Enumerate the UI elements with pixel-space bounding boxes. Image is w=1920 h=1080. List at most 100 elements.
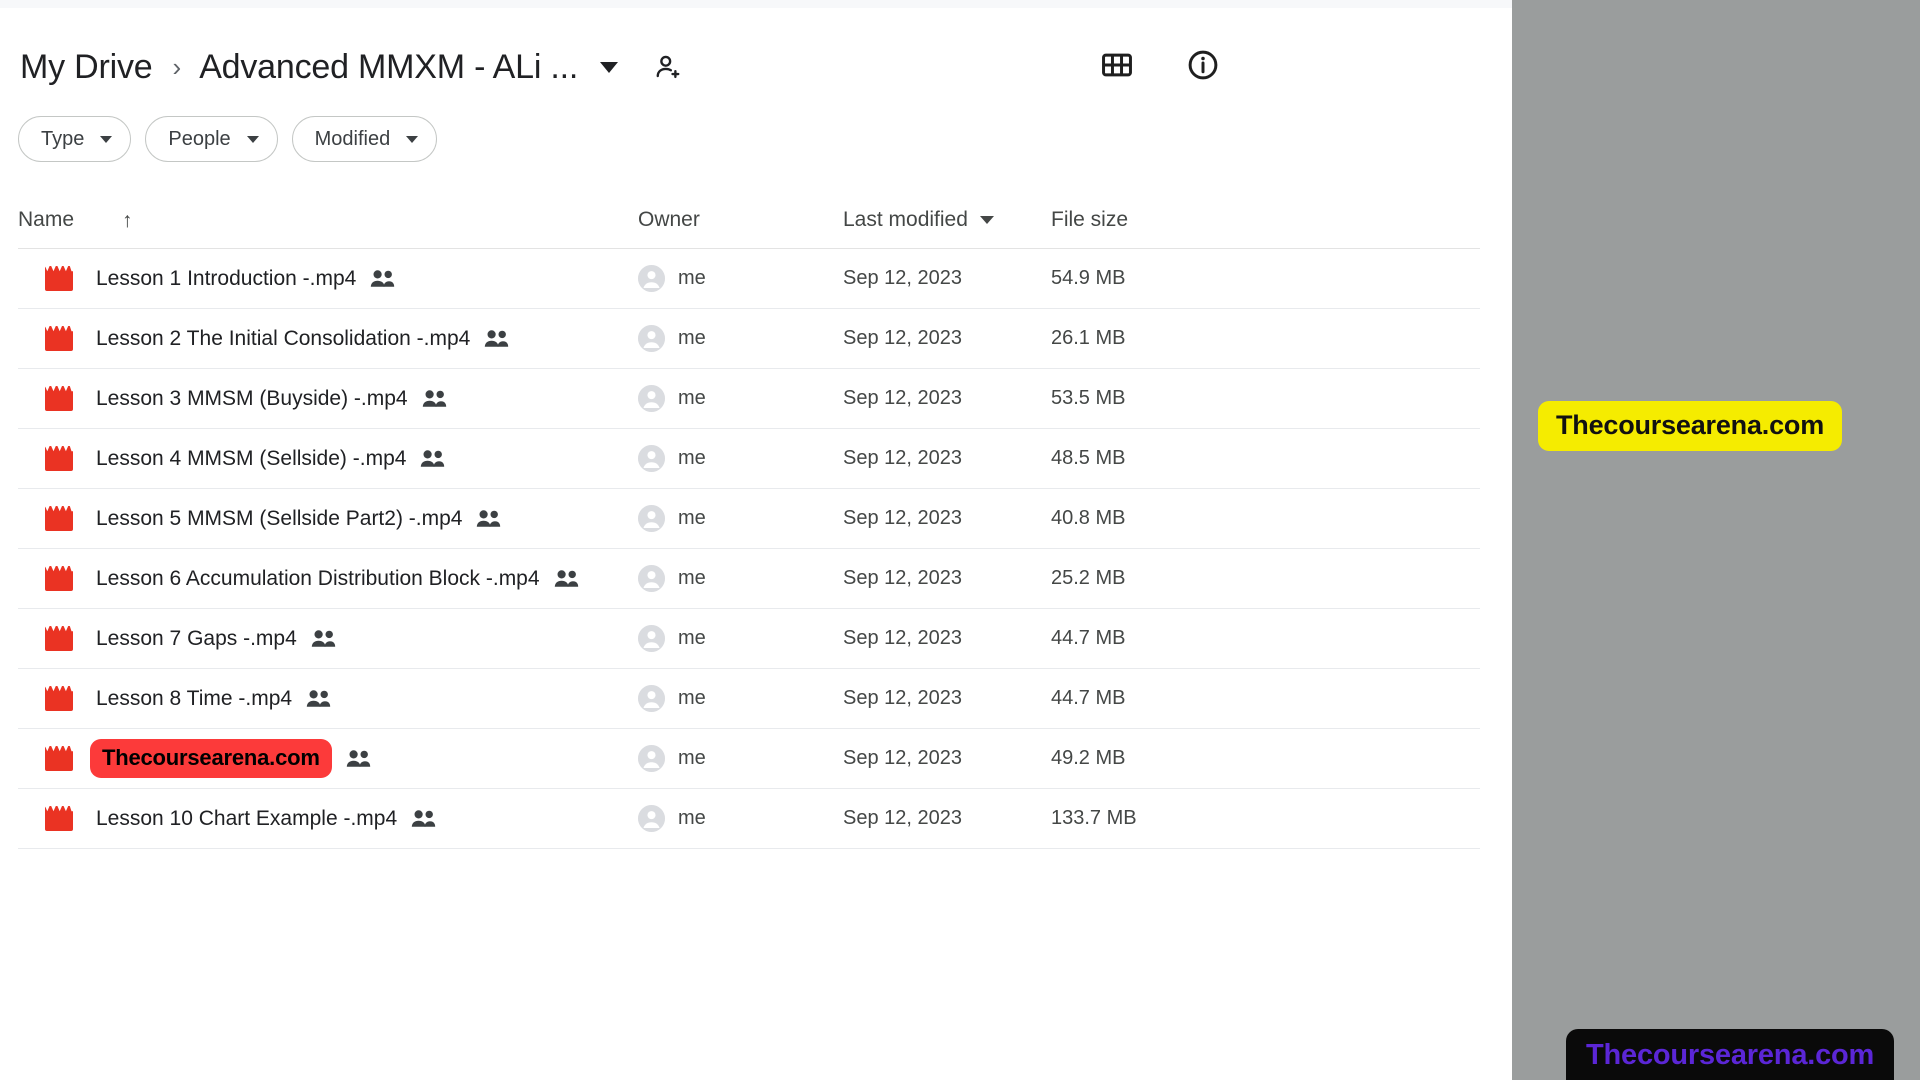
column-header-owner[interactable]: Owner [638, 208, 843, 232]
file-table: Name ↑ Owner Last modified File size Les… [18, 192, 1480, 849]
info-circle-icon[interactable] [1186, 48, 1220, 82]
table-row[interactable]: Lesson 4 MMSM (Sellside) -.mp4 me Sep 12, … [18, 429, 1480, 489]
file-size-label: 49.2 MB [1051, 747, 1126, 769]
video-file-icon [18, 685, 80, 712]
people-shared-icon [554, 569, 580, 589]
video-file-icon [18, 265, 80, 292]
people-shared-icon [422, 389, 448, 409]
cell-name: Lesson 7 Gaps -.mp4 [18, 625, 638, 652]
video-file-icon [18, 745, 80, 772]
cell-last-modified: Sep 12, 2023 [843, 747, 1051, 770]
filter-chip-type-label: Type [41, 127, 85, 150]
people-shared-icon [306, 689, 332, 709]
file-name-label: Lesson 5 MMSM (Sellside Part2) -.mp4 [96, 506, 463, 530]
cell-file-size: 49.2 MB [1051, 747, 1251, 770]
cell-file-size: 40.8 MB [1051, 507, 1251, 530]
cell-name: Thecoursearena.com [18, 739, 638, 778]
filter-chip-people-label: People [168, 127, 231, 150]
cell-name: Lesson 3 MMSM (Buyside) -.mp4 [18, 385, 638, 412]
last-modified-label: Sep 12, 2023 [843, 567, 962, 589]
filter-chip-type[interactable]: Type [18, 116, 132, 162]
cell-name: Lesson 5 MMSM (Sellside Part2) -.mp4 [18, 505, 638, 532]
table-row[interactable]: Thecoursearena.com me Sep 12, 2023 49.2 MB [18, 729, 1480, 789]
file-name-label: Lesson 2 The Initial Consolidation -.mp4 [96, 326, 471, 350]
person-avatar-icon [638, 685, 665, 712]
person-avatar-icon [638, 505, 665, 532]
owner-name-label: me [678, 627, 706, 649]
table-row[interactable]: Lesson 7 Gaps -.mp4 me Sep 12, 2023 44.7 MB [18, 609, 1480, 669]
grid-view-icon[interactable] [1100, 48, 1134, 82]
table-row[interactable]: Lesson 5 MMSM (Sellside Part2) -.mp4 me Se… [18, 489, 1480, 549]
owner-name-label: me [678, 387, 706, 409]
cell-file-size: 25.2 MB [1051, 567, 1251, 590]
sort-ascending-icon: ↑ [122, 208, 133, 232]
file-size-label: 133.7 MB [1051, 807, 1137, 829]
screenshot-root: My Drive › Advanced MMXM - ALi ... Type … [0, 0, 1920, 1080]
cell-name: Lesson 4 MMSM (Sellside) -.mp4 [18, 445, 638, 472]
file-name-label: Lesson 6 Accumulation Distribution Block… [96, 566, 540, 590]
video-file-icon [18, 625, 80, 652]
person-avatar-icon [638, 325, 665, 352]
cell-name: Lesson 8 Time -.mp4 [18, 685, 638, 712]
breadcrumb-current-folder[interactable]: Advanced MMXM - ALi ... [199, 48, 578, 87]
last-modified-label: Sep 12, 2023 [843, 327, 962, 349]
video-file-icon [18, 445, 80, 472]
file-size-label: 53.5 MB [1051, 387, 1126, 409]
table-body: Lesson 1 Introduction -.mp4 me Sep 12, 202… [18, 249, 1480, 849]
people-shared-icon [411, 809, 437, 829]
filter-chip-modified[interactable]: Modified [291, 116, 438, 162]
watermark-badge-row: Thecoursearena.com [90, 739, 332, 778]
right-gray-overlay-panel [1512, 0, 1920, 1080]
last-modified-label: Sep 12, 2023 [843, 807, 962, 829]
filter-chip-modified-label: Modified [314, 127, 391, 150]
breadcrumb-my-drive[interactable]: My Drive [20, 48, 153, 87]
table-row[interactable]: Lesson 6 Accumulation Distribution Block… [18, 549, 1480, 609]
chevron-down-icon[interactable] [600, 61, 619, 73]
person-avatar-icon [638, 805, 665, 832]
person-shared-icon[interactable] [652, 52, 682, 82]
cell-last-modified: Sep 12, 2023 [843, 387, 1051, 410]
last-modified-label: Sep 12, 2023 [843, 747, 962, 769]
column-header-file-size[interactable]: File size [1051, 208, 1251, 232]
drive-file-list-pane: My Drive › Advanced MMXM - ALi ... Type … [0, 8, 1512, 1080]
owner-name-label: me [678, 747, 706, 769]
person-avatar-icon [638, 445, 665, 472]
owner-name-label: me [678, 567, 706, 589]
person-avatar-icon [638, 745, 665, 772]
table-row[interactable]: Lesson 8 Time -.mp4 me Sep 12, 2023 44.7 MB [18, 669, 1480, 729]
column-header-last-modified[interactable]: Last modified [843, 208, 1051, 232]
table-row[interactable]: Lesson 2 The Initial Consolidation -.mp4… [18, 309, 1480, 369]
file-size-label: 40.8 MB [1051, 507, 1126, 529]
cell-name: Lesson 10 Chart Example -.mp4 [18, 805, 638, 832]
cell-owner: me [638, 625, 843, 652]
column-header-name-label: Name [18, 208, 75, 231]
file-name-label: Lesson 10 Chart Example -.mp4 [96, 806, 398, 830]
table-row[interactable]: Lesson 10 Chart Example -.mp4 me Sep 12, 2… [18, 789, 1480, 849]
cell-name: Lesson 2 The Initial Consolidation -.mp4 [18, 325, 638, 352]
last-modified-label: Sep 12, 2023 [843, 267, 962, 289]
cell-file-size: 26.1 MB [1051, 327, 1251, 350]
people-shared-icon [420, 449, 446, 469]
cell-last-modified: Sep 12, 2023 [843, 327, 1051, 350]
cell-file-size: 48.5 MB [1051, 447, 1251, 470]
table-header-row: Name ↑ Owner Last modified File size [18, 192, 1480, 249]
file-size-label: 44.7 MB [1051, 687, 1126, 709]
people-shared-icon [476, 509, 502, 529]
owner-name-label: me [678, 327, 706, 349]
person-avatar-icon [638, 565, 665, 592]
video-file-icon [18, 805, 80, 832]
cell-file-size: 44.7 MB [1051, 687, 1251, 710]
column-header-name[interactable]: Name ↑ [18, 208, 638, 232]
file-size-label: 54.9 MB [1051, 267, 1126, 289]
person-avatar-icon [638, 385, 665, 412]
cell-owner: me [638, 505, 843, 532]
table-row[interactable]: Lesson 3 MMSM (Buyside) -.mp4 me Sep 12, 2… [18, 369, 1480, 429]
last-modified-label: Sep 12, 2023 [843, 687, 962, 709]
table-row[interactable]: Lesson 1 Introduction -.mp4 me Sep 12, 202… [18, 249, 1480, 309]
filter-chip-people[interactable]: People [145, 116, 278, 162]
cell-file-size: 133.7 MB [1051, 807, 1251, 830]
owner-name-label: me [678, 687, 706, 709]
owner-name-label: me [678, 507, 706, 529]
last-modified-label: Sep 12, 2023 [843, 507, 962, 529]
cell-last-modified: Sep 12, 2023 [843, 507, 1051, 530]
